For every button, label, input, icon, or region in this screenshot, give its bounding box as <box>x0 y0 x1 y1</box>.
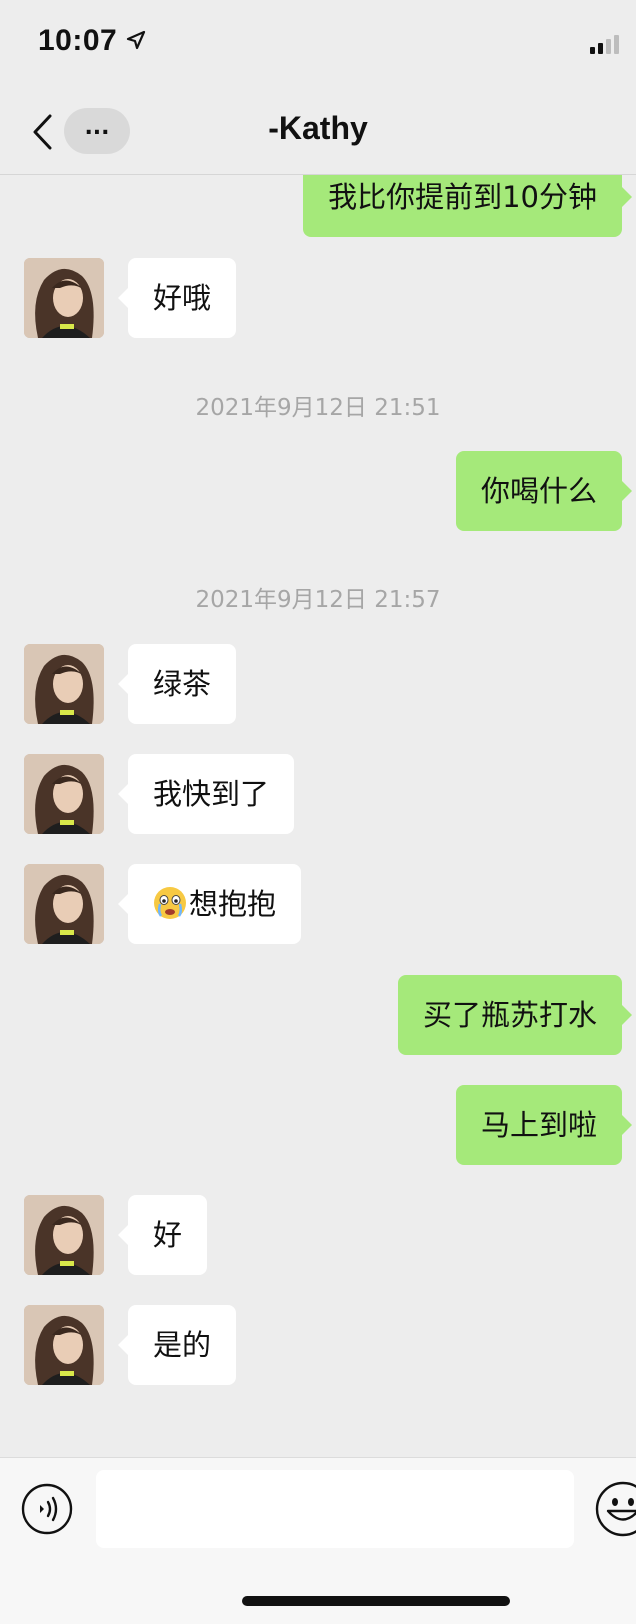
message-input[interactable] <box>96 1470 574 1548</box>
message-bubble[interactable]: 马上到啦 <box>455 1085 633 1165</box>
message-text: 买了瓶苏打水 <box>422 998 597 1032</box>
message-text: 我比你提前到10分钟 <box>328 180 597 214</box>
message-bubble[interactable]: 绿茶 <box>117 644 237 724</box>
home-indicator <box>242 1596 510 1606</box>
message-text: 马上到啦 <box>480 1108 597 1142</box>
message-text: 好 <box>153 1218 183 1252</box>
contact-avatar[interactable] <box>24 1195 104 1275</box>
message-text: 想抱抱 <box>189 887 277 921</box>
message-bubble[interactable]: 想抱抱 <box>117 864 302 944</box>
message-bubble[interactable]: 买了瓶苏打水 <box>397 975 633 1055</box>
message-list[interactable]: 我比你提前到10分钟好哦 2021年9月12日 21:51 你喝什么 2021年9月1… <box>0 175 636 1455</box>
status-time: 10:07 <box>38 24 118 57</box>
signal-strength-icon <box>590 35 619 54</box>
contact-avatar[interactable] <box>24 864 104 944</box>
message-text: 你喝什么 <box>480 474 597 508</box>
crying-emoji-icon <box>153 870 187 919</box>
nav-bar: ... -Kathy <box>0 90 636 175</box>
message-bubble[interactable]: 我比你提前到10分钟 <box>303 175 632 237</box>
contact-avatar[interactable] <box>24 258 104 338</box>
message-text: 我快到了 <box>153 777 270 811</box>
message-timestamp: 2021年9月12日 21:57 <box>195 587 441 613</box>
message-bubble[interactable]: 好 <box>117 1195 208 1275</box>
message-bubble[interactable]: 你喝什么 <box>455 451 633 531</box>
contact-avatar[interactable] <box>24 754 104 834</box>
voice-input-icon[interactable] <box>20 1482 74 1536</box>
message-bubble[interactable]: 是的 <box>117 1305 237 1385</box>
chat-title: -Kathy <box>268 110 368 146</box>
message-text: 是的 <box>153 1328 212 1362</box>
message-bubble[interactable]: 好哦 <box>117 258 237 338</box>
contact-avatar[interactable] <box>24 644 104 724</box>
location-arrow-icon <box>126 30 146 50</box>
message-text: 好哦 <box>153 281 212 315</box>
message-bubble[interactable]: 我快到了 <box>117 754 295 834</box>
message-text: 绿茶 <box>153 667 212 701</box>
contact-avatar[interactable] <box>24 1305 104 1385</box>
emoji-picker-icon[interactable] <box>594 1480 636 1538</box>
input-bar <box>0 1457 636 1624</box>
status-bar: 10:07 <box>0 0 636 90</box>
message-timestamp: 2021年9月12日 21:51 <box>195 395 441 421</box>
